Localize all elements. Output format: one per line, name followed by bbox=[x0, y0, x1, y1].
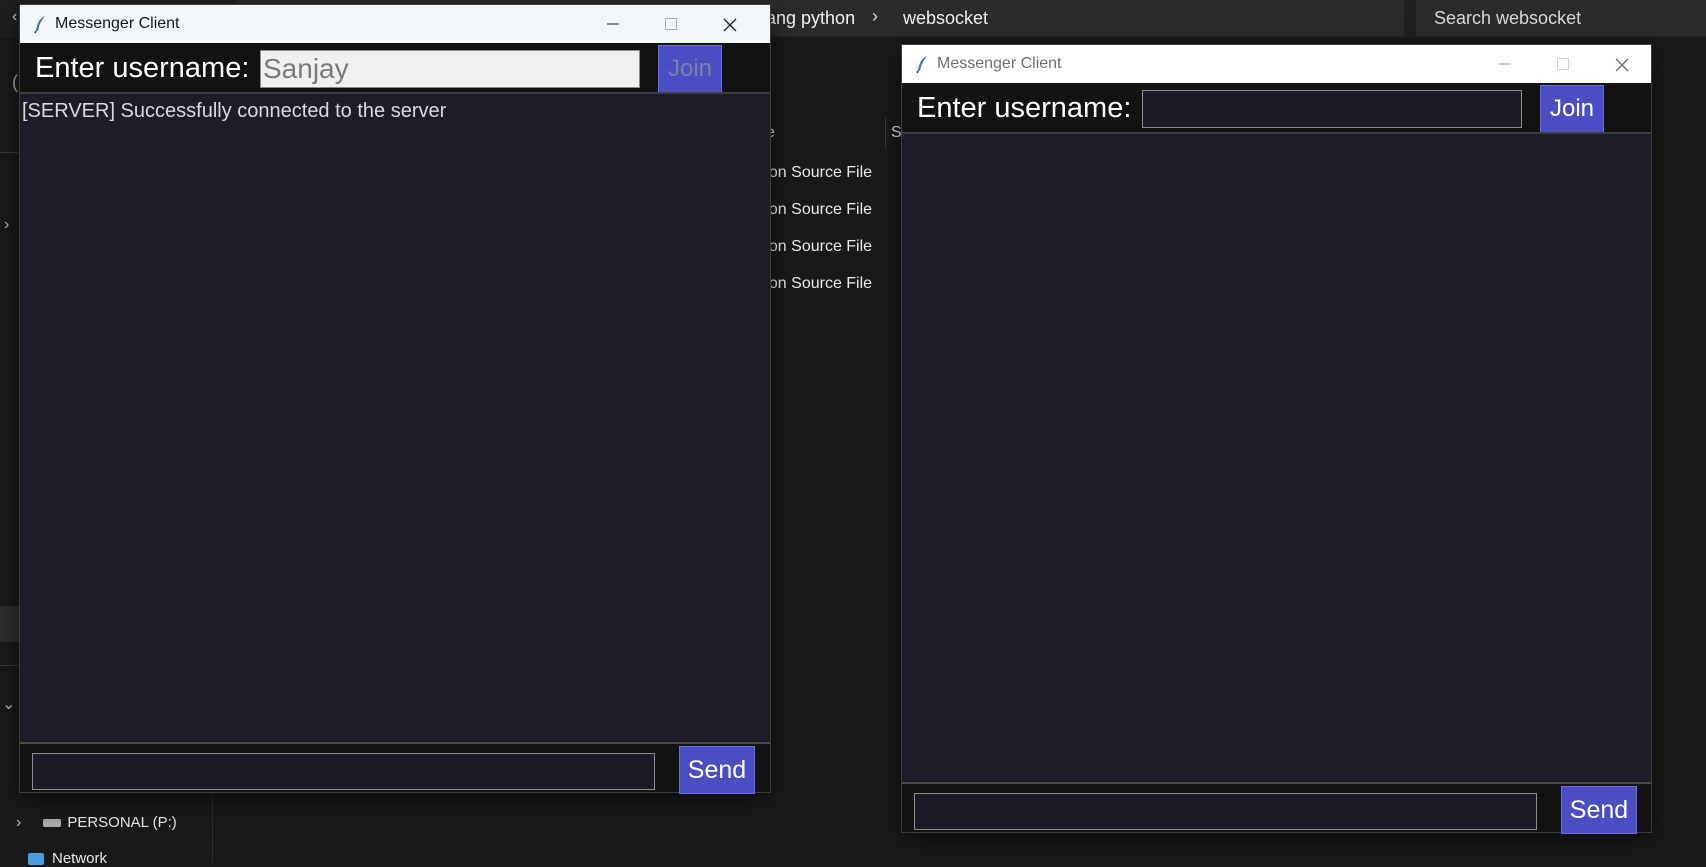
nav-divider bbox=[0, 665, 18, 666]
file-type-cell[interactable]: hon Source File bbox=[760, 275, 872, 293]
minimize-button[interactable] bbox=[584, 5, 642, 43]
breadcrumb-folder-partial[interactable]: ang python bbox=[766, 8, 855, 29]
messenger-window-right: Messenger Client Enter username: Join Se… bbox=[901, 44, 1652, 834]
feather-icon bbox=[916, 56, 927, 74]
nav-item-personal-drive[interactable]: › PERSONAL (P:) bbox=[16, 814, 177, 832]
breadcrumb-chevron-icon: › bbox=[872, 6, 878, 26]
message-bar: Send bbox=[20, 744, 770, 794]
expand-chevron-icon[interactable]: › bbox=[16, 814, 21, 831]
username-bar: Enter username: Join bbox=[20, 43, 770, 93]
messenger-window-left: Messenger Client Enter username: Join [S… bbox=[19, 4, 771, 794]
message-input[interactable] bbox=[32, 753, 655, 790]
explorer-search-input[interactable]: Search websocket bbox=[1416, 0, 1706, 36]
network-icon bbox=[28, 853, 44, 866]
drive-icon bbox=[43, 819, 62, 828]
expand-chevron-icon[interactable]: › bbox=[4, 216, 9, 234]
nav-divider bbox=[0, 152, 18, 153]
close-button[interactable] bbox=[1592, 45, 1650, 83]
minimize-button[interactable] bbox=[1476, 45, 1534, 83]
file-type-cell[interactable]: hon Source File bbox=[760, 238, 872, 256]
message-bar: Send bbox=[902, 784, 1651, 834]
maximize-icon bbox=[665, 18, 677, 30]
drive-label: PERSONAL (P:) bbox=[67, 814, 177, 831]
feather-icon bbox=[34, 16, 45, 34]
minimize-icon bbox=[607, 23, 619, 25]
username-input[interactable] bbox=[1142, 90, 1522, 128]
username-label: Enter username: bbox=[917, 92, 1132, 124]
maximize-icon bbox=[1557, 58, 1569, 70]
close-icon bbox=[723, 18, 737, 32]
search-placeholder: Search websocket bbox=[1434, 8, 1582, 28]
network-label: Network bbox=[52, 850, 108, 867]
send-button[interactable]: Send bbox=[679, 746, 755, 794]
message-input[interactable] bbox=[914, 793, 1537, 830]
username-label: Enter username: bbox=[35, 52, 250, 84]
send-button[interactable]: Send bbox=[1561, 786, 1637, 834]
breadcrumb-current[interactable]: websocket bbox=[903, 8, 988, 29]
window-title: Messenger Client bbox=[937, 55, 1062, 72]
column-divider[interactable] bbox=[885, 118, 886, 148]
maximize-button[interactable] bbox=[1534, 45, 1592, 83]
chat-log[interactable] bbox=[902, 134, 1651, 784]
new-icon[interactable]: ( bbox=[12, 72, 18, 93]
close-button[interactable] bbox=[700, 5, 758, 43]
nav-selected-item[interactable] bbox=[0, 606, 20, 642]
join-button[interactable]: Join bbox=[658, 45, 722, 93]
file-type-cell[interactable]: hon Source File bbox=[760, 201, 872, 219]
chat-log[interactable]: [SERVER] Successfully connected to the s… bbox=[20, 94, 770, 744]
nav-item-network[interactable]: Network bbox=[28, 850, 107, 867]
back-arrow-icon[interactable]: ‹ bbox=[12, 8, 17, 26]
join-button[interactable]: Join bbox=[1540, 85, 1604, 133]
minimize-icon bbox=[1499, 63, 1511, 65]
file-type-cell[interactable]: hon Source File bbox=[760, 164, 872, 182]
username-input[interactable] bbox=[260, 50, 640, 88]
title-bar[interactable]: Messenger Client bbox=[20, 5, 770, 43]
username-bar: Enter username: Join bbox=[902, 83, 1651, 133]
collapse-chevron-icon[interactable]: ⌄ bbox=[2, 694, 15, 714]
window-title: Messenger Client bbox=[55, 15, 180, 32]
close-icon bbox=[1615, 58, 1629, 72]
chat-message: [SERVER] Successfully connected to the s… bbox=[22, 100, 447, 122]
maximize-button[interactable] bbox=[642, 5, 700, 43]
title-bar[interactable]: Messenger Client bbox=[902, 45, 1651, 83]
